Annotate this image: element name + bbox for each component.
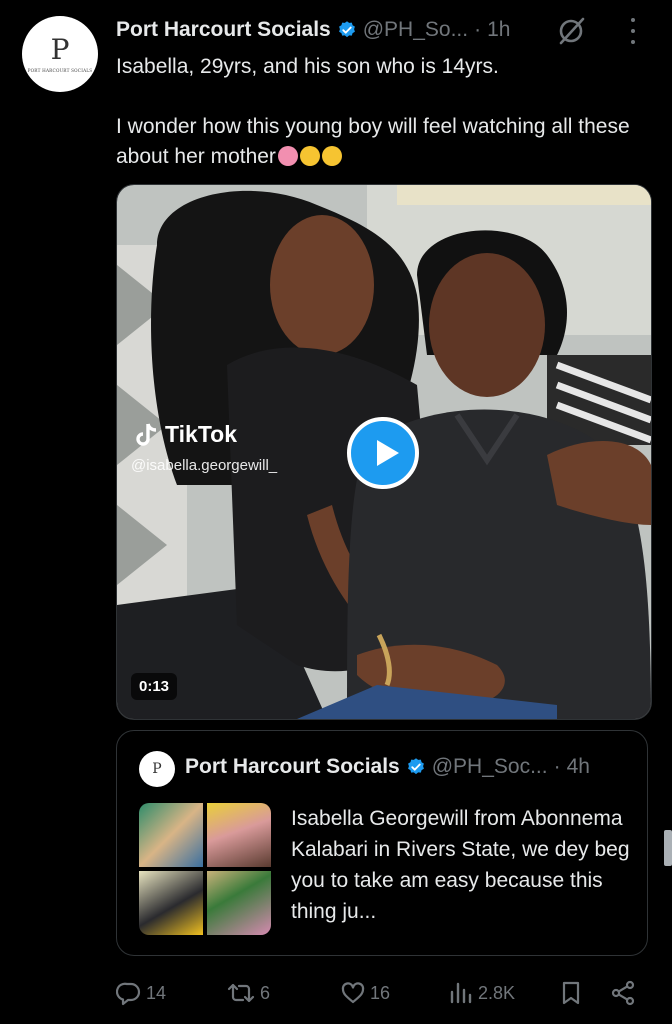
tiktok-watermark: TikTok [135, 421, 237, 448]
quoted-thumb-3 [139, 871, 203, 935]
quoted-thumb-4 [207, 871, 271, 935]
like-count: 16 [370, 982, 391, 1003]
tweet-time[interactable]: 1h [487, 18, 510, 42]
quoted-account-name[interactable]: Port Harcourt Socials [185, 755, 400, 779]
tiktok-brand: TikTok [165, 421, 237, 447]
quoted-header: Port Harcourt Socials @PH_Soc... · 4h [185, 755, 629, 779]
share-icon [611, 980, 635, 1006]
reply-button[interactable]: 14 [116, 978, 166, 1008]
scrollbar-thumb[interactable] [664, 830, 672, 866]
action-bar: 14 6 16 2.8K [116, 978, 646, 1008]
quoted-account-handle[interactable]: @PH_Soc... [432, 755, 548, 779]
play-icon[interactable] [347, 417, 419, 489]
grok-icon[interactable] [556, 16, 586, 46]
verified-icon [407, 758, 424, 775]
quoted-media-thumbnail [139, 803, 271, 935]
share-button[interactable] [610, 978, 636, 1008]
separator-dot: · [474, 18, 482, 41]
bookmark-icon [562, 981, 580, 1005]
avatar-monogram: P [50, 32, 70, 66]
thinking-face-icon [321, 146, 342, 166]
avatar[interactable]: P PORT HARCOURT SOCIALS [22, 16, 98, 92]
tweet-line-2: I wonder how this young boy will feel wa… [116, 115, 630, 168]
repost-count: 6 [260, 982, 271, 1003]
quoted-thumb-2 [207, 803, 271, 867]
account-name[interactable]: Port Harcourt Socials [116, 18, 331, 42]
quoted-time[interactable]: 4h [567, 755, 590, 779]
views-button[interactable]: 2.8K [448, 978, 515, 1008]
views-icon [450, 982, 472, 1004]
view-count: 2.8K [478, 982, 516, 1003]
more-icon[interactable] [626, 18, 640, 44]
verified-icon [338, 21, 355, 38]
repost-icon [227, 983, 255, 1003]
quoted-avatar[interactable]: P [139, 751, 175, 787]
woman-gesturing-icon [277, 146, 298, 166]
like-icon [341, 982, 365, 1004]
avatar-caption: PORT HARCOURT SOCIALS [27, 67, 93, 73]
tiktok-icon [136, 422, 157, 446]
quoted-thumb-1 [139, 803, 203, 867]
account-handle[interactable]: @PH_So... [363, 18, 468, 42]
reply-count: 14 [146, 982, 167, 1003]
repost-button[interactable]: 6 [226, 978, 270, 1008]
separator-dot: · [553, 755, 561, 778]
video-duration: 0:13 [131, 673, 178, 700]
reply-icon [116, 982, 141, 1006]
quoted-text: Isabella Georgewill from Abonnema Kalaba… [291, 807, 630, 923]
thinking-face-icon [299, 146, 320, 166]
tweet-text: Isabella, 29yrs, and his son who is 14yr… [116, 52, 656, 172]
tweet-line-1: Isabella, 29yrs, and his son who is 14yr… [116, 55, 499, 78]
bookmark-button[interactable] [558, 978, 584, 1008]
quoted-avatar-monogram: P [152, 761, 162, 777]
quoted-tweet[interactable]: P Port Harcourt Socials @PH_Soc... · 4h … [116, 730, 648, 956]
like-button[interactable]: 16 [340, 978, 390, 1008]
video-media[interactable]: TikTok @isabella.georgewill_ 0:13 [116, 184, 652, 720]
tiktok-handle: @isabella.georgewill_ [131, 457, 278, 474]
